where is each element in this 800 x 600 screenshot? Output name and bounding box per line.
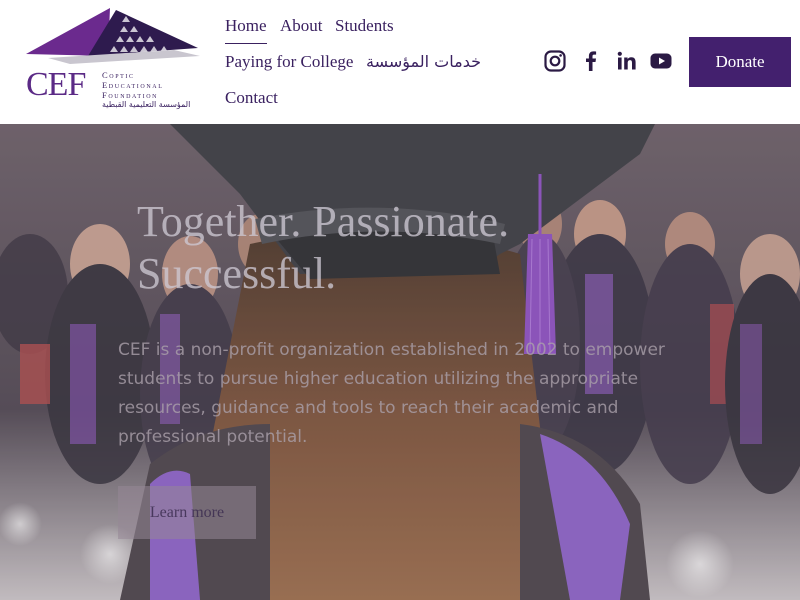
learn-more-button[interactable]: Learn more [118, 486, 256, 539]
logo-name-line-2: Educational [102, 80, 164, 90]
facebook-icon[interactable] [579, 49, 603, 73]
site-header: CEF Coptic Educational Foundation المؤسس… [0, 0, 800, 124]
nav-paying-for-college[interactable]: Paying for College [225, 51, 353, 73]
hero-title-line-1: Together. Passionate. [137, 197, 510, 246]
graduation-cap-logo-icon [26, 8, 200, 64]
logo-name-line-3: Foundation [102, 90, 159, 100]
cef-logo[interactable]: CEF Coptic Educational Foundation المؤسس… [24, 8, 204, 114]
youtube-icon[interactable] [649, 49, 673, 73]
hero-title-line-2: Successful. [137, 249, 337, 298]
logo-abbreviation: CEF [26, 66, 86, 103]
nav-arabic-services[interactable]: خدمات المؤسسة [366, 51, 481, 73]
hero-description: CEF is a non-profit organization establi… [118, 340, 665, 447]
logo-name-line-1: Coptic [102, 70, 135, 80]
hero-title: Together. Passionate. Successful. [137, 196, 597, 300]
linkedin-icon[interactable] [615, 49, 639, 73]
donate-button[interactable]: Donate [689, 37, 791, 87]
nav-students[interactable]: Students [335, 15, 394, 37]
nav-about[interactable]: About [280, 15, 323, 37]
hero-section: Together. Passionate. Successful. CEF is… [0, 124, 800, 600]
nav-home[interactable]: Home [225, 15, 267, 44]
nav-contact[interactable]: Contact [225, 87, 278, 109]
logo-arabic-name: المؤسسة التعليمية القبطية [102, 100, 191, 109]
instagram-icon[interactable] [543, 49, 567, 73]
logo-full-name: Coptic Educational Foundation [102, 70, 163, 100]
